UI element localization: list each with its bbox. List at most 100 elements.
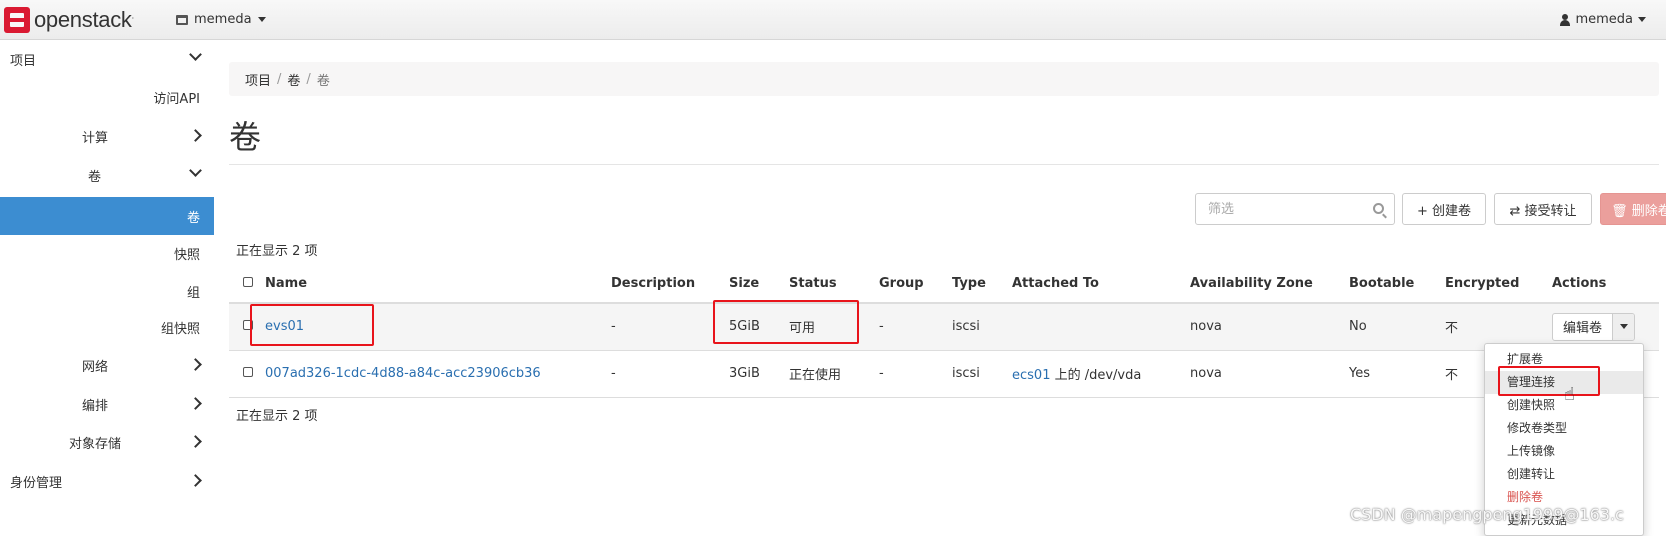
caret-down-icon [1638, 17, 1646, 22]
column-header-description[interactable]: Description [611, 265, 729, 304]
chevron-right-icon [189, 397, 202, 410]
column-header-availability-zone[interactable]: Availability Zone [1190, 265, 1349, 304]
item-count: 正在显示 2 项 [236, 409, 318, 424]
sidebar-item-api-access[interactable]: 访问API [0, 78, 214, 116]
project-icon [176, 14, 188, 25]
sidebar-item-label: 访问API [153, 91, 200, 107]
hand-cursor-icon: ☝ [1564, 384, 1575, 405]
delete-volumes-button[interactable]: 🗑 删除卷 [1600, 193, 1666, 225]
chevron-right-icon [189, 129, 202, 142]
openstack-logo-icon [4, 7, 30, 33]
breadcrumb-item-current: 卷 [316, 73, 330, 89]
row-checkbox[interactable] [243, 367, 253, 377]
column-header-size[interactable]: Size [729, 265, 789, 304]
menu-item-extend-volume[interactable]: 扩展卷 [1485, 348, 1643, 371]
cell-attached-to [1012, 303, 1190, 350]
breadcrumb-item[interactable]: 项目 [245, 70, 271, 89]
cell-type: iscsi [952, 366, 980, 381]
sidebar-item-label: 项目 [10, 53, 37, 69]
cell-type: iscsi [952, 319, 980, 335]
edit-volume-button[interactable]: 编辑卷 [1553, 314, 1612, 340]
cell-bootable: Yes [1349, 366, 1370, 381]
table-row: evs01 - 5GiB 可用 - iscsi nova No 不 编辑卷 [229, 303, 1659, 350]
user-icon [1560, 13, 1571, 26]
menu-item-change-volume-type[interactable]: 修改卷类型 [1485, 417, 1643, 440]
actions-dropdown-toggle[interactable] [1612, 313, 1635, 340]
sidebar-item-label: 组 [186, 285, 200, 301]
cell-status: 正在使用 [789, 368, 842, 383]
create-volume-button[interactable]: + 创建卷 [1402, 193, 1486, 225]
sidebar-item-label: 卷 [186, 210, 200, 226]
chevron-right-icon [189, 358, 202, 371]
cell-description: - [611, 366, 616, 381]
openstack-logo[interactable]: openstack. [4, 6, 134, 34]
volume-name-link[interactable]: evs01 [265, 319, 304, 334]
accept-transfer-button[interactable]: ⇄ 接受转让 [1494, 193, 1592, 225]
cell-size: 5GiB [729, 319, 760, 335]
project-switcher[interactable]: memeda [176, 12, 266, 27]
sidebar-item-label: 组快照 [160, 321, 200, 337]
select-all-checkbox[interactable] [243, 277, 253, 287]
user-name: memeda [1575, 12, 1633, 27]
menu-item-upload-image[interactable]: 上传镜像 [1485, 440, 1643, 463]
project-name: memeda [194, 12, 252, 27]
cell-status: 可用 [789, 321, 816, 337]
sidebar-item-volumes[interactable]: 卷 [0, 197, 214, 235]
column-header-attached-to[interactable]: Attached To [1012, 265, 1190, 304]
attached-instance-link[interactable]: ecs01 [1012, 368, 1050, 383]
sidebar-item-label: 网络 [82, 359, 109, 375]
row-actions: 编辑卷 [1552, 312, 1636, 341]
cell-group: - [879, 366, 884, 381]
cell-group: - [879, 319, 884, 335]
cell-bootable: No [1349, 319, 1367, 335]
filter-input[interactable] [1196, 194, 1356, 224]
top-navbar: openstack. memeda memeda [0, 0, 1666, 40]
sidebar-item-label: 身份管理 [10, 475, 63, 491]
column-header-name[interactable]: Name [265, 265, 611, 304]
sidebar-item-label: 对象存储 [69, 436, 122, 452]
volume-name-link[interactable]: 007ad326-1cdc-4d88-a84c-acc23906cb36 [265, 366, 541, 381]
sidebar-item-compute[interactable]: 计算 [0, 117, 214, 155]
sidebar-item-project[interactable]: 项目 [0, 40, 214, 78]
sidebar-item-object-store[interactable]: 对象存储 [0, 423, 214, 461]
column-header-actions: Actions [1552, 265, 1659, 304]
watermark: CSDN @mapengpeng1999@163.c [1350, 505, 1624, 524]
sidebar-item-network[interactable]: 网络 [0, 346, 214, 384]
sidebar-item-identity[interactable]: 身份管理 [0, 462, 214, 500]
cell-availability-zone: nova [1190, 366, 1222, 381]
caret-down-icon [1619, 324, 1628, 330]
page-title: 卷 [229, 118, 262, 156]
cell-description: - [611, 319, 616, 335]
column-header-bootable[interactable]: Bootable [1349, 265, 1445, 304]
table-row: 007ad326-1cdc-4d88-a84c-acc23906cb36 - 3… [229, 350, 1659, 397]
breadcrumb-item[interactable]: 卷 [287, 70, 300, 89]
column-header-group[interactable]: Group [879, 265, 952, 304]
caret-down-icon [257, 17, 266, 22]
chevron-right-icon [189, 474, 202, 487]
chevron-down-icon [189, 48, 202, 61]
column-header-status[interactable]: Status [789, 265, 879, 304]
sidebar-item-label: 卷 [88, 169, 102, 185]
sidebar-item-volumes-group[interactable]: 卷 [0, 156, 214, 194]
cell-attached-to: ecs01 上的 /dev/vda [1012, 368, 1142, 383]
menu-item-create-transfer[interactable]: 创建转让 [1485, 463, 1643, 486]
breadcrumb: 项目 / 卷 / 卷 [229, 62, 1659, 96]
search-icon[interactable] [1373, 203, 1384, 214]
sidebar-item-snapshots[interactable]: 快照 [0, 234, 214, 272]
sidebar-item-label: 编排 [82, 398, 109, 414]
sidebar-item-orchestration[interactable]: 编排 [0, 385, 214, 423]
divider [229, 164, 1659, 165]
column-header-type[interactable]: Type [952, 265, 1012, 304]
chevron-right-icon [189, 435, 202, 448]
row-checkbox[interactable] [243, 320, 253, 331]
user-menu[interactable]: memeda [1560, 12, 1646, 27]
sidebar-item-label: 快照 [173, 247, 200, 263]
cell-size: 3GiB [729, 366, 760, 381]
sidebar-item-group-snapshots[interactable]: 组快照 [0, 308, 214, 346]
cell-availability-zone: nova [1190, 319, 1222, 335]
table-header-row: Name Description Size Status Group Type … [229, 265, 1659, 304]
column-header-encrypted[interactable]: Encrypted [1445, 265, 1552, 304]
sidebar-item-groups[interactable]: 组 [0, 272, 214, 310]
filter-field[interactable] [1195, 193, 1395, 225]
sidebar-item-label: 计算 [82, 130, 109, 146]
